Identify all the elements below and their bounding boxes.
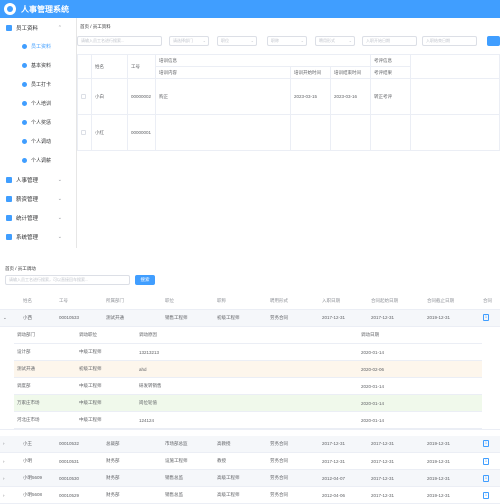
main-panel: 首页 / 员工资料 请输入员工名进行搜索... 请选择部门 ⌄ 职位 ⌄ 职称 ⌄ 聘… bbox=[77, 18, 500, 248]
expand-chevron-icon[interactable]: ⌄ bbox=[3, 315, 7, 320]
filter-bar: 请输入员工名进行搜索... 请选择部门 ⌄ 职位 ⌄ 职称 ⌄ 聘用形式 ⌄ 入职开始日… bbox=[77, 36, 500, 50]
breadcrumb-home[interactable]: 首页 bbox=[5, 266, 14, 271]
breadcrumb: 首页 / 员工资料 bbox=[80, 24, 111, 29]
chevron-down-icon: ⌄ bbox=[250, 38, 254, 43]
sidebar-item-transfer[interactable]: 个人调动 bbox=[0, 132, 76, 151]
col-train-content: 培训内容 bbox=[155, 66, 291, 79]
col-train-start: 培训开始时间 bbox=[290, 66, 331, 79]
transfer-search-input[interactable]: 请输入员工名进行搜索，可以直接回车搜索... bbox=[5, 275, 130, 285]
employment-type-select[interactable]: 聘用形式 ⌄ bbox=[315, 36, 355, 46]
end-date-input[interactable]: 入职结束日期 bbox=[422, 36, 477, 46]
position-select[interactable]: 职位 ⌄ bbox=[217, 36, 257, 46]
chevron-down-icon: ⌄ bbox=[57, 195, 62, 202]
table-row[interactable]: 小红 00000001 bbox=[77, 114, 500, 151]
sidebar-group-stats[interactable]: 统计管理 ⌄ bbox=[0, 208, 76, 227]
sidebar-item-training[interactable]: 个人培训 bbox=[0, 94, 76, 113]
detail-row: 河北庄市场 中级工程师 124124 2020-01-14 bbox=[14, 411, 482, 429]
transfer-search-button[interactable]: 搜索 bbox=[135, 275, 155, 285]
col-exam-result: 考评结果 bbox=[370, 66, 411, 79]
app-header: 人事管理系统 bbox=[0, 0, 500, 18]
col-train-group: 培训信息 bbox=[155, 54, 371, 67]
table-row[interactable]: › 小明5609 00010530 财务部 销售总监 高级工程师 劳务合同 2012-04-… bbox=[0, 469, 500, 487]
sidebar-item-salary-adjust[interactable]: 个人调薪 bbox=[0, 151, 76, 170]
transfer-detail-table: 调动部门 调动职位 调动原因 调动日期 设计部 中级工程师 13213213 2020… bbox=[14, 326, 482, 429]
expand-chevron-icon[interactable]: › bbox=[3, 441, 5, 446]
contract-tag: 1 bbox=[483, 314, 489, 321]
table-row[interactable]: › 小明5608 00010529 财务部 销售总监 高级工程师 劳务合同 2012-04-… bbox=[0, 486, 500, 504]
table-row[interactable]: › 小明 00010531 财务部 设施工程师 教授 劳务合同 2017-12-31 2017… bbox=[0, 452, 500, 470]
transfer-icon bbox=[22, 139, 27, 144]
sidebar-item-clock-in[interactable]: 员工打卡 bbox=[0, 75, 76, 94]
people-icon bbox=[6, 24, 12, 31]
doc-icon bbox=[22, 63, 27, 68]
expand-chevron-icon[interactable]: › bbox=[3, 459, 5, 464]
breadcrumb-current: 员工调动 bbox=[17, 266, 36, 271]
detail-row: 调度部 中级工程师 研发转销售 2020-01-14 bbox=[14, 377, 482, 395]
row-checkbox[interactable] bbox=[81, 129, 86, 135]
stats-icon bbox=[6, 214, 12, 221]
award-icon bbox=[22, 120, 27, 125]
contract-tag: 1 bbox=[483, 491, 489, 499]
transfer-search-bar: 请输入员工名进行搜索，可以直接回车搜索... 搜索 bbox=[0, 275, 500, 289]
chevron-up-icon: ⌃ bbox=[57, 24, 62, 31]
salary-icon bbox=[6, 195, 12, 202]
chevron-down-icon: ⌄ bbox=[202, 38, 206, 43]
system-icon bbox=[6, 233, 12, 240]
contract-tag: 1 bbox=[483, 474, 489, 482]
chevron-down-icon: ⌄ bbox=[300, 38, 304, 43]
transfer-panel: 首页 / 员工调动 请输入员工名进行搜索，可以直接回车搜索... 搜索 姓名 工… bbox=[0, 262, 500, 504]
detail-row: 万家庄市场 中级工程师 岗位轮值 2020-01-14 bbox=[14, 394, 482, 412]
chevron-down-icon: ⌄ bbox=[57, 176, 62, 183]
expand-chevron-icon[interactable]: › bbox=[3, 493, 5, 498]
sidebar: 员工资料 ⌃ 员工资料 基本资料 员工打卡 个人培训 个人奖惩 个人调动 个人调… bbox=[0, 18, 77, 248]
app-logo-icon bbox=[4, 3, 16, 15]
transfer-table: 姓名 工号 所属部门 职位 职称 聘用形式 入职日期 合同起始日期 合同截止日期… bbox=[0, 293, 500, 504]
sidebar-item-employee-info[interactable]: 员工资料 bbox=[0, 37, 76, 56]
table-row-expanded[interactable]: ⌄ 小西 00010533 测试开通 销售工程师 初级工程师 劳务合同 2017… bbox=[0, 309, 500, 327]
start-date-input[interactable]: 入职开始日期 bbox=[362, 36, 417, 46]
employee-search-input[interactable]: 请输入员工名进行搜索... bbox=[77, 36, 162, 46]
app-title: 人事管理系统 bbox=[21, 4, 69, 14]
sidebar-item-reward[interactable]: 个人奖惩 bbox=[0, 113, 76, 132]
col-workid: 工号 bbox=[127, 54, 156, 79]
user-icon bbox=[22, 44, 27, 49]
sidebar-group-system[interactable]: 系统管理 ⌄ bbox=[0, 227, 76, 246]
sidebar-item-basic-info[interactable]: 基本资料 bbox=[0, 56, 76, 75]
detail-row: 测试开通 初级工程师 ahd 2020-02-06 bbox=[14, 360, 482, 378]
sidebar-group-employee[interactable]: 员工资料 ⌃ bbox=[0, 18, 76, 37]
chevron-down-icon: ⌄ bbox=[57, 214, 62, 221]
breadcrumb: 首页 / 员工调动 bbox=[5, 266, 36, 271]
money-icon bbox=[22, 158, 27, 163]
clock-icon bbox=[22, 82, 27, 87]
hr-icon bbox=[6, 176, 12, 183]
detail-row: 设计部 中级工程师 13213213 2020-01-14 bbox=[14, 343, 482, 361]
contract-tag: 1 bbox=[483, 457, 489, 465]
table-row[interactable]: 小白 00000002 购正 2023-03-15 2023-03-16 转正考… bbox=[77, 78, 500, 115]
chevron-down-icon: ⌄ bbox=[348, 38, 352, 43]
col-exam-group: 考评信息 bbox=[370, 54, 411, 67]
col-train-end: 培训结束时间 bbox=[330, 66, 371, 79]
training-table: 姓名 工号 培训信息 考评信息 培训内容 培训开始时间 培训结束时间 考评结果 … bbox=[77, 54, 500, 151]
breadcrumb-current: 员工资料 bbox=[92, 24, 111, 29]
table-row[interactable]: › 小王 00010532 总裁部 市场部总监 高教授 劳务合同 2017-12-31 201… bbox=[0, 435, 500, 453]
search-button[interactable] bbox=[487, 36, 500, 46]
title-select[interactable]: 职称 ⌄ bbox=[267, 36, 307, 46]
chevron-down-icon: ⌄ bbox=[57, 233, 62, 240]
col-name: 姓名 bbox=[91, 54, 128, 79]
expand-chevron-icon[interactable]: › bbox=[3, 476, 5, 481]
row-checkbox[interactable] bbox=[81, 93, 86, 99]
contract-tag: 1 bbox=[483, 440, 489, 448]
training-icon bbox=[22, 101, 27, 106]
sidebar-group-salary[interactable]: 薪资管理 ⌄ bbox=[0, 189, 76, 208]
dept-select[interactable]: 请选择部门 ⌄ bbox=[169, 36, 209, 46]
sidebar-group-hr[interactable]: 人事管理 ⌄ bbox=[0, 170, 76, 189]
breadcrumb-home[interactable]: 首页 bbox=[80, 24, 89, 29]
